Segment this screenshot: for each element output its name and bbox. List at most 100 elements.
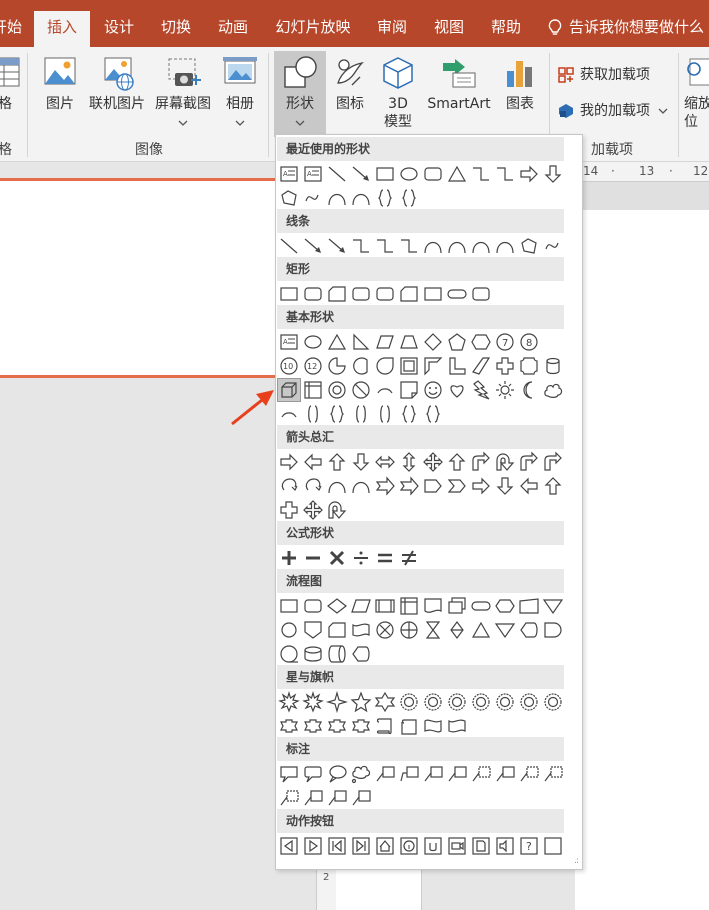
flow-off-shape-icon[interactable]	[302, 619, 324, 641]
resize-grip-icon[interactable]: .:	[574, 856, 579, 866]
freeform-shape-icon[interactable]	[278, 187, 300, 209]
rect-shape-icon[interactable]	[278, 283, 300, 305]
heart-shape-icon[interactable]	[446, 379, 468, 401]
flow-merge-shape-icon[interactable]	[494, 619, 516, 641]
curve-shape-icon[interactable]	[350, 475, 372, 497]
brace-shape-icon[interactable]	[326, 403, 348, 425]
smartart-button[interactable]: SmartArt	[424, 55, 494, 113]
brace-shape-icon[interactable]	[398, 403, 420, 425]
line-callout-shape-icon[interactable]	[302, 787, 324, 809]
wrap-shape-icon[interactable]	[302, 475, 324, 497]
hex-shape-icon[interactable]	[470, 331, 492, 353]
flow-display-shape-icon[interactable]	[518, 619, 540, 641]
can-shape-icon[interactable]	[542, 355, 564, 377]
elbow-shape-icon[interactable]	[350, 235, 372, 257]
line-callout-shape-icon[interactable]	[494, 763, 516, 785]
curve-shape-icon[interactable]	[446, 235, 468, 257]
tab-animations[interactable]: 动画	[208, 12, 258, 47]
btn-shape-icon[interactable]	[278, 835, 300, 857]
rarrow-shape-icon[interactable]	[278, 451, 300, 473]
burst-shape-icon[interactable]	[278, 691, 300, 713]
uarrow-shape-icon[interactable]	[542, 475, 564, 497]
star6-shape-icon[interactable]	[374, 691, 396, 713]
textbox-shape-icon[interactable]: A	[278, 163, 300, 185]
flow-proc2-shape-icon[interactable]	[374, 595, 396, 617]
btn-sound-shape-icon[interactable]	[494, 835, 516, 857]
darrow-shape-icon[interactable]	[494, 475, 516, 497]
tri-shape-icon[interactable]	[470, 619, 492, 641]
arrowline-shape-icon[interactable]	[326, 235, 348, 257]
chart-button[interactable]: 图表	[498, 55, 542, 113]
tab-view[interactable]: 视图	[424, 12, 474, 47]
btn-end-shape-icon[interactable]	[350, 835, 372, 857]
rrect-callout-shape-icon[interactable]	[302, 763, 324, 785]
tab-transitions[interactable]: 切换	[151, 12, 201, 47]
tab-slideshow[interactable]: 幻灯片放映	[268, 12, 358, 47]
my-addins-button[interactable]: 我的加载项	[558, 101, 668, 121]
get-addins-button[interactable]: 获取加载项	[558, 65, 650, 85]
flow-collate-shape-icon[interactable]	[422, 619, 444, 641]
rrect-shape-icon[interactable]	[422, 163, 444, 185]
flow-or-shape-icon[interactable]	[398, 619, 420, 641]
ribbon-shape-icon[interactable]	[302, 715, 324, 737]
rect-shape-icon[interactable]	[278, 595, 300, 617]
btn-start-shape-icon[interactable]	[326, 835, 348, 857]
zoom-button[interactable]: 缩放 位	[684, 55, 709, 131]
flow-data-shape-icon[interactable]	[350, 595, 372, 617]
flow-drum-shape-icon[interactable]	[326, 643, 348, 665]
notch-shape-icon[interactable]	[398, 475, 420, 497]
cross-shape-icon[interactable]	[278, 499, 300, 521]
seal-shape-icon[interactable]	[542, 691, 564, 713]
star4-shape-icon[interactable]	[326, 691, 348, 713]
frame-shape-icon[interactable]	[398, 355, 420, 377]
seal-shape-icon[interactable]	[398, 691, 420, 713]
shapes-button[interactable]: 形状	[274, 55, 326, 127]
slide-canvas[interactable]	[0, 178, 285, 378]
larrow-shape-icon[interactable]	[302, 451, 324, 473]
curve-shape-icon[interactable]	[422, 235, 444, 257]
num12-shape-icon[interactable]: 12	[302, 355, 324, 377]
line-callout-d-shape-icon[interactable]	[470, 763, 492, 785]
circle-shape-icon[interactable]	[278, 619, 300, 641]
arc-shape-icon[interactable]	[278, 403, 300, 425]
rect-callout-shape-icon[interactable]	[278, 763, 300, 785]
line-callout-shape-icon[interactable]	[374, 763, 396, 785]
brace-shape-icon[interactable]	[422, 403, 444, 425]
textbox-shape-icon[interactable]: A	[302, 163, 324, 185]
elbow-shape-icon[interactable]	[494, 163, 516, 185]
flow-tape-shape-icon[interactable]	[278, 643, 300, 665]
tab-home[interactable]: 开始	[0, 12, 22, 47]
btn-doc-shape-icon[interactable]	[470, 835, 492, 857]
icons-button[interactable]: 图标	[330, 55, 370, 113]
wave2-shape-icon[interactable]	[446, 715, 468, 737]
tri-shape-icon[interactable]	[326, 331, 348, 353]
wave-shape-icon[interactable]	[422, 715, 444, 737]
elbow-shape-icon[interactable]	[374, 235, 396, 257]
plus-shape-icon[interactable]	[278, 547, 300, 569]
rrect-shape-icon[interactable]	[302, 595, 324, 617]
3d-model-button[interactable]: 3D 模型	[374, 55, 422, 131]
larrow-shape-icon[interactable]	[518, 475, 540, 497]
cloud-callout-shape-icon[interactable]	[350, 763, 372, 785]
line-callout-d-shape-icon[interactable]	[542, 763, 564, 785]
minus-shape-icon[interactable]	[302, 547, 324, 569]
rect-shape-icon[interactable]	[422, 283, 444, 305]
udarrow-shape-icon[interactable]	[398, 451, 420, 473]
flow-manual-shape-icon[interactable]	[518, 595, 540, 617]
seal-shape-icon[interactable]	[494, 691, 516, 713]
fold-shape-icon[interactable]	[398, 379, 420, 401]
quad-shape-icon[interactable]	[302, 499, 324, 521]
para-shape-icon[interactable]	[374, 331, 396, 353]
flow-prep-shape-icon[interactable]	[494, 595, 516, 617]
rrect-shape-icon[interactable]	[302, 283, 324, 305]
line-callout-shape-icon[interactable]	[422, 763, 444, 785]
rect-shape-icon[interactable]	[374, 163, 396, 185]
slide-canvas-right[interactable]	[575, 210, 709, 910]
tab-design[interactable]: 设计	[94, 12, 144, 47]
arrowline-shape-icon[interactable]	[350, 163, 372, 185]
bend-shape-icon[interactable]	[470, 451, 492, 473]
lrarrow-shape-icon[interactable]	[374, 451, 396, 473]
wave2-shape-icon[interactable]	[350, 619, 372, 641]
rtri-shape-icon[interactable]	[350, 331, 372, 353]
pent-shape-icon[interactable]	[446, 331, 468, 353]
